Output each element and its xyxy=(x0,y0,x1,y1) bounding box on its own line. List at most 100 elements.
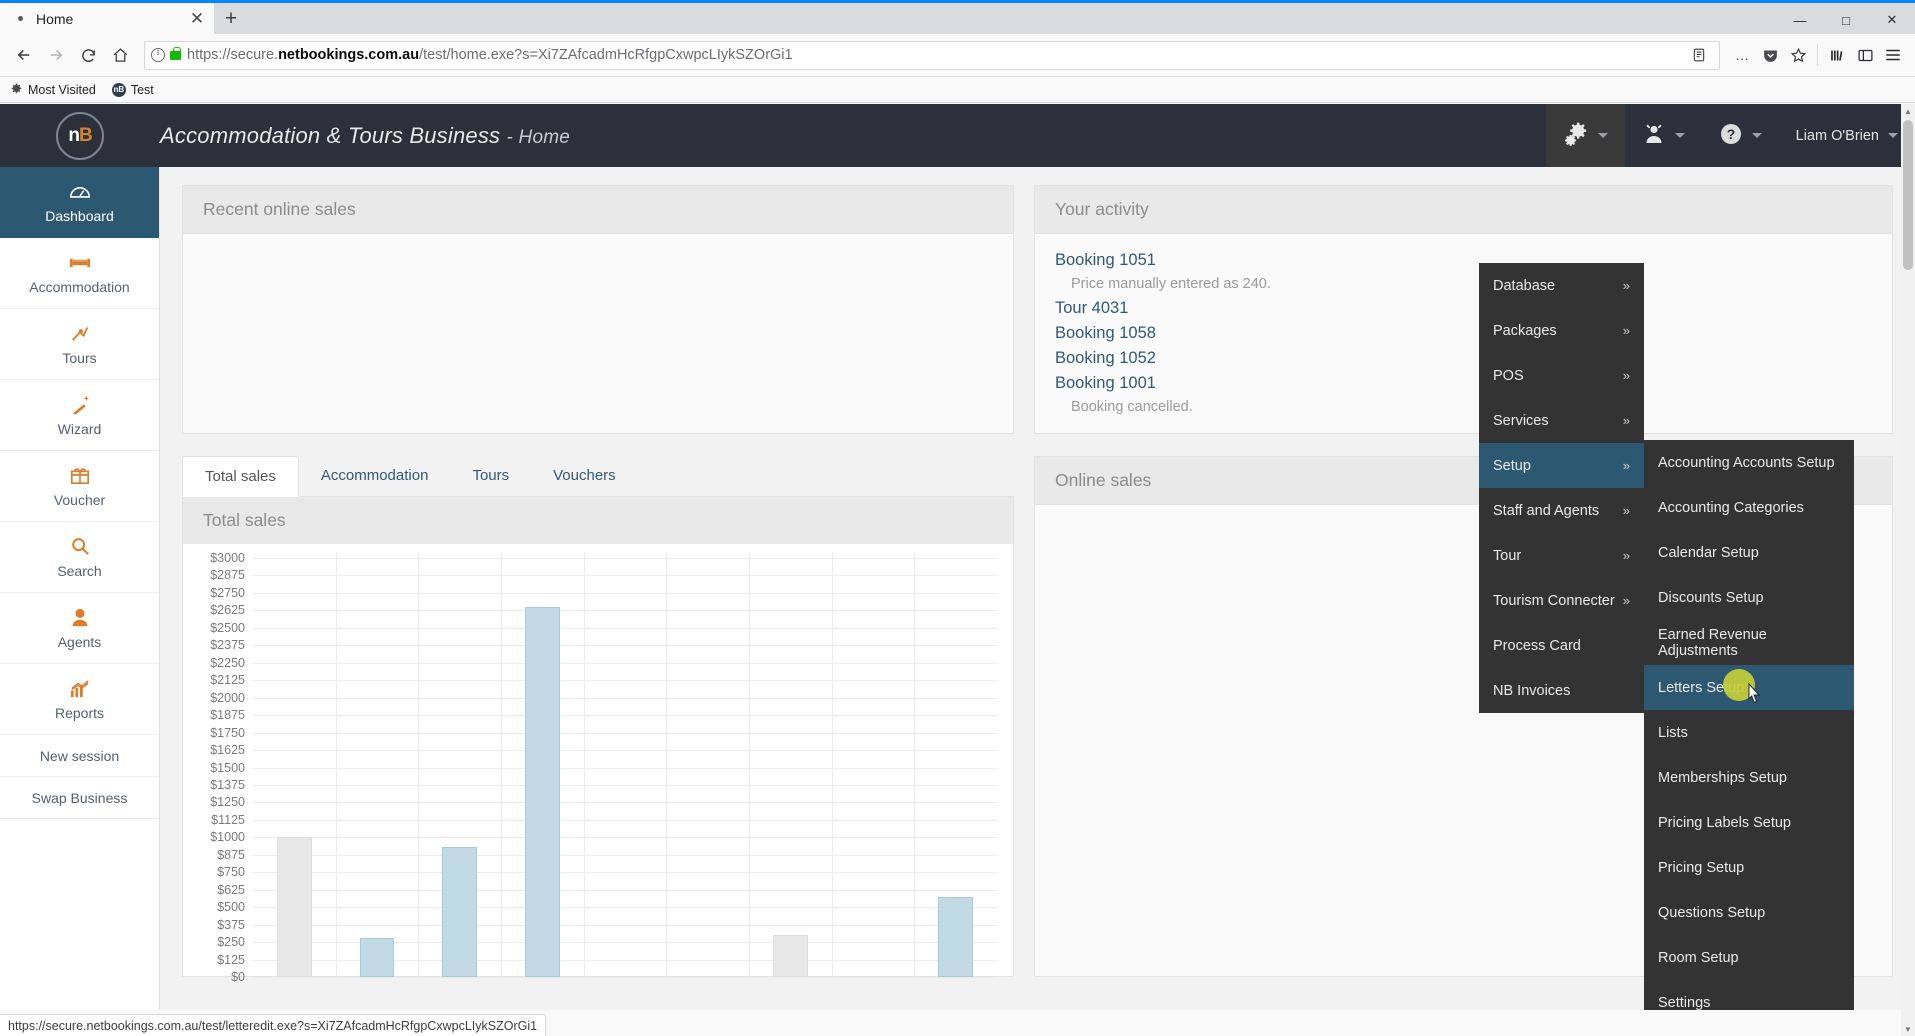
bookmark-most-visited[interactable]: Most Visited xyxy=(10,83,96,97)
activity-link[interactable]: Booking 1001 xyxy=(1055,371,1872,396)
activity-link[interactable]: Tour 4031 xyxy=(1055,296,1872,321)
bookmark-test[interactable]: nB Test xyxy=(111,82,154,97)
tab-accommodation[interactable]: Accommodation xyxy=(299,456,451,496)
menu-item-database[interactable]: Database » xyxy=(1479,263,1644,308)
submenu-item-settings[interactable]: Settings xyxy=(1644,980,1854,1011)
menu-item-services[interactable]: Services » xyxy=(1479,398,1644,443)
submenu-item-pricing-labels-setup[interactable]: Pricing Labels Setup xyxy=(1644,800,1854,845)
activity-link[interactable]: Booking 1058 xyxy=(1055,321,1872,346)
submenu-item-questions-setup[interactable]: Questions Setup xyxy=(1644,890,1854,935)
your-activity-panel: Your activity Booking 1051 Price manuall… xyxy=(1034,185,1893,434)
scrollbar-thumb[interactable] xyxy=(1903,120,1913,270)
sidebar-item-new-session[interactable]: New session xyxy=(0,735,159,777)
app-logo[interactable]: nB xyxy=(0,111,160,160)
menu-item-process-card[interactable]: Process Card xyxy=(1479,623,1644,668)
y-axis-tick-label: $2875 xyxy=(210,568,245,583)
y-axis-tick-label: $1000 xyxy=(210,830,245,845)
submenu-item-lists[interactable]: Lists xyxy=(1644,710,1854,755)
site-identity[interactable] xyxy=(151,46,181,62)
sidebar-item-wizard[interactable]: Wizard xyxy=(0,380,159,451)
page-actions-icon[interactable]: … xyxy=(1728,41,1756,69)
tours-icon xyxy=(69,322,91,344)
sidebar-item-accommodation[interactable]: Accommodation xyxy=(0,238,159,309)
reader-icon[interactable] xyxy=(1685,41,1713,69)
submenu-item-accounting-accounts-setup[interactable]: Accounting Accounts Setup xyxy=(1644,440,1854,485)
page-info-icon[interactable] xyxy=(151,47,165,62)
address-bar[interactable]: https://secure.netbookings.com.au/test/h… xyxy=(144,40,1720,70)
submenu-item-accounting-categories[interactable]: Accounting Categories xyxy=(1644,485,1854,530)
menu-item-tourism-connecter[interactable]: Tourism Connecter » xyxy=(1479,578,1644,623)
sidebar-item-reports[interactable]: Reports xyxy=(0,664,159,735)
toolbar-divider xyxy=(1817,44,1818,66)
settings-dropdown-menu[interactable]: Database» Packages» POS» Services» Setup» Sta… xyxy=(1479,263,1644,713)
account-name: Liam O'Brien xyxy=(1795,127,1879,144)
user-menu-button[interactable] xyxy=(1625,104,1702,167)
chevron-down-icon xyxy=(1888,133,1898,138)
help-menu-button[interactable]: ? xyxy=(1702,104,1779,167)
sidebar-item-label: Accommodation xyxy=(29,279,130,295)
chart-title: Total sales xyxy=(183,497,1013,544)
submenu-item-pricing-setup[interactable]: Pricing Setup xyxy=(1644,845,1854,890)
forward-icon xyxy=(40,39,72,71)
submenu-item-discounts-setup[interactable]: Discounts Setup xyxy=(1644,575,1854,620)
submenu-item-room-setup[interactable]: Room Setup xyxy=(1644,935,1854,980)
y-axis-tick-label: $1750 xyxy=(210,725,245,740)
tab-vouchers[interactable]: Vouchers xyxy=(531,456,638,496)
submenu-item-calendar-setup[interactable]: Calendar Setup xyxy=(1644,530,1854,575)
scroll-down-icon[interactable]: ▼ xyxy=(1901,1022,1915,1036)
menu-item-staff-and-agents[interactable]: Staff and Agents » xyxy=(1479,488,1644,533)
close-icon[interactable]: ✕ xyxy=(188,10,206,28)
minimize-icon[interactable]: — xyxy=(1777,3,1823,37)
window-close-icon[interactable]: ✕ xyxy=(1869,3,1915,37)
chart-bar[interactable] xyxy=(276,837,312,977)
account-menu-button[interactable]: Liam O'Brien xyxy=(1779,104,1915,167)
menu-item-packages[interactable]: Packages » xyxy=(1479,308,1644,353)
tab-tours[interactable]: Tours xyxy=(450,456,531,496)
panel-title: Your activity xyxy=(1035,186,1892,234)
back-icon[interactable] xyxy=(8,39,40,71)
chart-bar[interactable] xyxy=(938,897,974,977)
settings-menu-button[interactable] xyxy=(1545,104,1625,167)
tab-total-sales[interactable]: Total sales xyxy=(182,456,299,497)
library-icon[interactable] xyxy=(1823,41,1851,69)
submenu-item-earned-revenue-adjustments[interactable]: Earned Revenue Adjustments xyxy=(1644,620,1854,665)
page-scrollbar[interactable]: ▲ ▼ xyxy=(1901,104,1915,1036)
recent-online-sales-panel: Recent online sales xyxy=(182,185,1014,434)
sidebar-item-tours[interactable]: Tours xyxy=(0,309,159,380)
sidebar-icon[interactable] xyxy=(1851,41,1879,69)
menu-item-tour[interactable]: Tour » xyxy=(1479,533,1644,578)
hamburger-menu-icon[interactable] xyxy=(1879,41,1907,69)
sidebar-item-voucher[interactable]: Voucher xyxy=(0,451,159,522)
activity-note: Booking cancelled. xyxy=(1071,399,1193,415)
submenu-arrow-icon: » xyxy=(1622,413,1630,428)
sidebar-item-swap-business[interactable]: Swap Business xyxy=(0,777,159,819)
activity-link[interactable]: Booking 1051 xyxy=(1055,248,1872,273)
chart-bar[interactable] xyxy=(772,935,808,977)
chart-bar[interactable] xyxy=(524,606,560,977)
grid-line xyxy=(253,907,997,909)
y-axis-tick-label: $875 xyxy=(217,847,245,862)
menu-item-pos[interactable]: POS » xyxy=(1479,353,1644,398)
gear-icon xyxy=(10,83,23,96)
grid-line xyxy=(253,784,997,786)
scroll-up-icon[interactable]: ▲ xyxy=(1901,104,1915,118)
sidebar-item-agents[interactable]: Agents xyxy=(0,593,159,664)
activity-link[interactable]: Booking 1052 xyxy=(1055,346,1872,371)
menu-item-nb-invoices[interactable]: NB Invoices xyxy=(1479,668,1644,713)
chart-bar[interactable] xyxy=(442,847,478,977)
home-icon[interactable] xyxy=(104,39,136,71)
new-tab-button[interactable]: + xyxy=(214,3,248,34)
menu-item-setup[interactable]: Setup » xyxy=(1479,443,1644,488)
menu-item-label: Staff and Agents xyxy=(1493,502,1600,519)
chevron-down-icon xyxy=(1674,133,1685,138)
sidebar-item-search[interactable]: Search xyxy=(0,522,159,593)
browser-tab[interactable]: Home ✕ xyxy=(0,3,214,34)
setup-submenu[interactable]: Accounting Accounts Setup Accounting Cate… xyxy=(1644,440,1854,1010)
maximize-icon[interactable]: □ xyxy=(1823,3,1869,37)
submenu-item-memberships-setup[interactable]: Memberships Setup xyxy=(1644,755,1854,800)
bookmark-star-icon[interactable] xyxy=(1784,41,1812,69)
sidebar-item-dashboard[interactable]: Dashboard xyxy=(0,167,159,238)
reload-icon[interactable] xyxy=(72,39,104,71)
pocket-icon[interactable] xyxy=(1756,41,1784,69)
chart-bar[interactable] xyxy=(359,937,395,977)
